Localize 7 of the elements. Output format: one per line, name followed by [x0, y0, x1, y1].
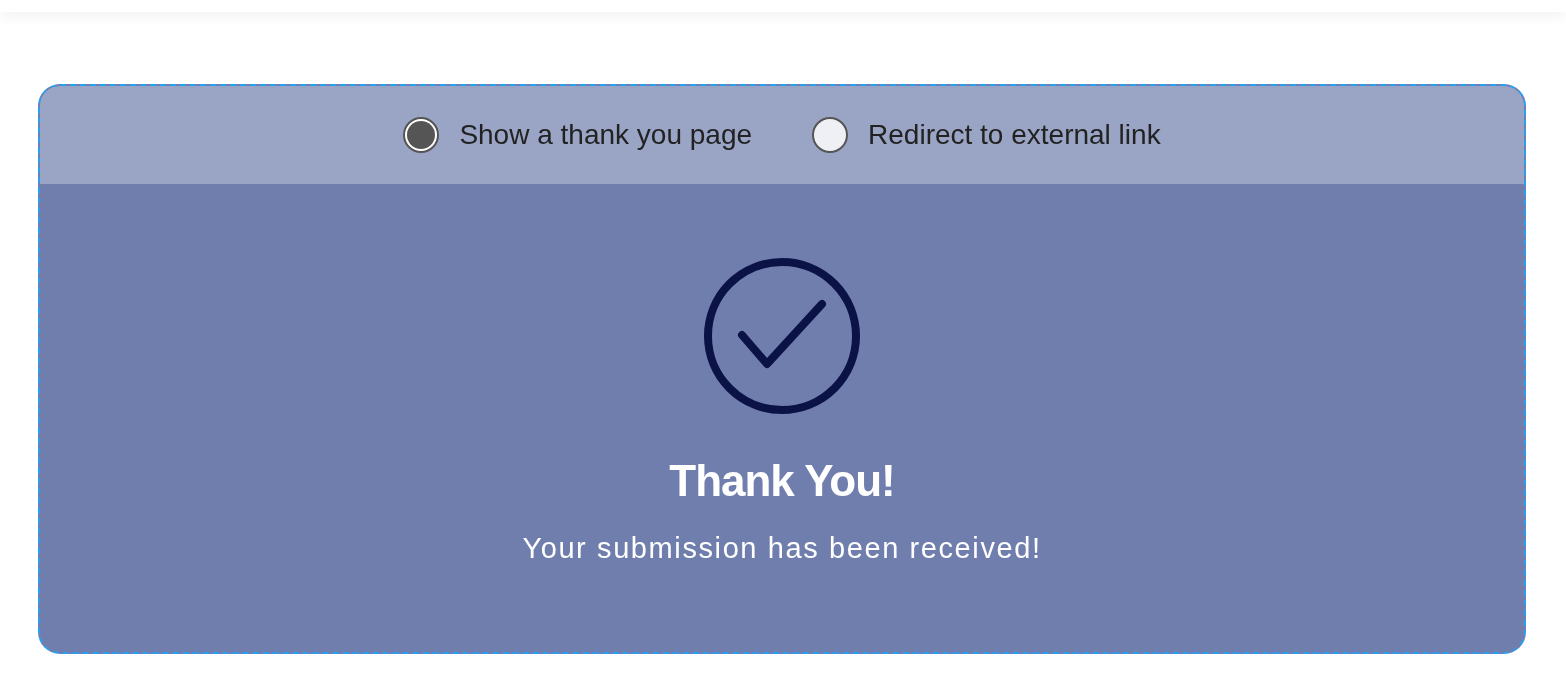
radio-button[interactable] — [403, 117, 440, 153]
option-label[interactable]: Redirect to external link — [868, 119, 1161, 151]
check-circle-icon — [704, 258, 860, 414]
thank-you-title: Thank You! — [669, 456, 895, 506]
confirmation-message: Your submission has been received! — [522, 532, 1042, 565]
radio-button[interactable] — [812, 117, 849, 153]
option-label[interactable]: Show a thank you page — [459, 119, 753, 151]
